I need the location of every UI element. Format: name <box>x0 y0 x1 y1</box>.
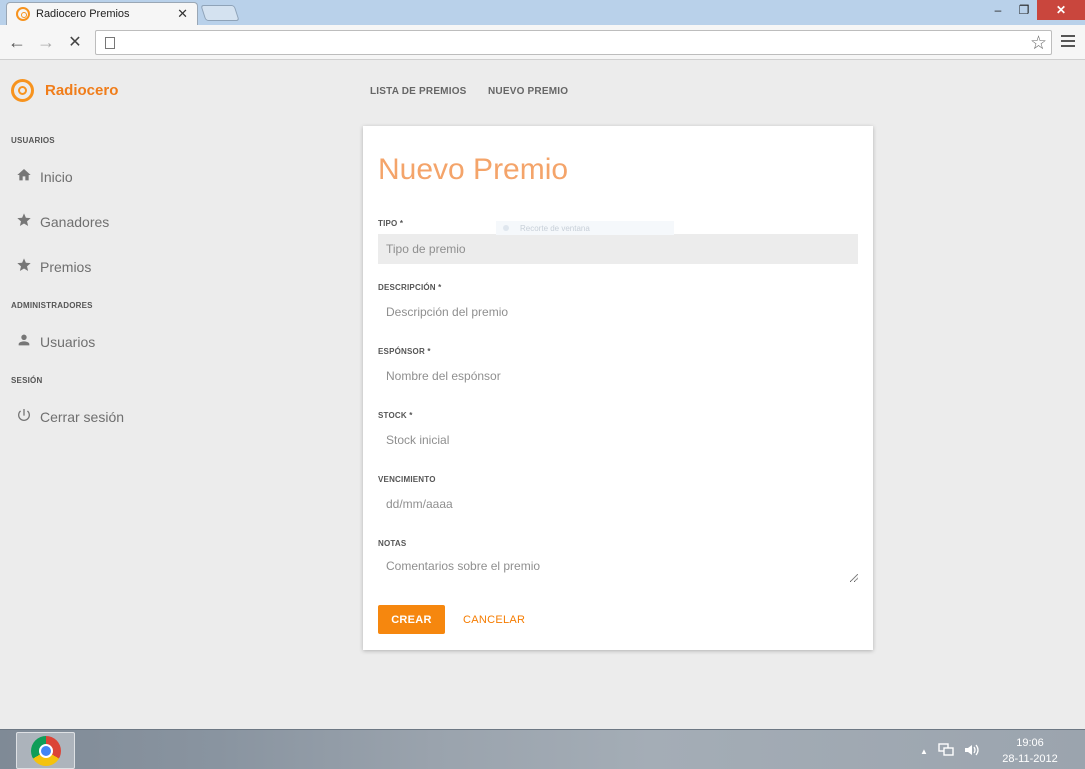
browser-menu-icon[interactable] <box>1061 35 1075 47</box>
radiocero-favicon-icon <box>16 7 30 21</box>
tipo-label: TIPO * <box>378 219 404 228</box>
volume-icon[interactable] <box>964 743 980 760</box>
power-icon <box>16 407 32 428</box>
tipo-input[interactable] <box>378 234 858 264</box>
stock-input[interactable] <box>378 425 858 455</box>
vencimiento-input[interactable] <box>378 489 858 519</box>
sidebar-item-label: Ganadores <box>40 214 110 230</box>
browser-toolbar: ← → ✕ ☆ <box>0 25 1085 60</box>
nav-nuevo-premio[interactable]: NUEVO PREMIO <box>488 86 568 97</box>
address-bar[interactable]: ☆ <box>95 30 1052 55</box>
windows-taskbar: ▲ 19:06 28-11-2012 <box>0 729 1085 769</box>
descripcion-input[interactable] <box>378 297 858 327</box>
sidebar-item-label: Cerrar sesión <box>40 409 125 425</box>
sidebar-item-label: Inicio <box>40 169 73 185</box>
cancelar-button[interactable]: CANCELAR <box>463 605 525 634</box>
new-prize-form-card: Nuevo Premio TIPO * Recorte de ventana D… <box>363 126 873 650</box>
star-icon <box>16 257 32 278</box>
restore-button[interactable]: ❐ <box>1011 0 1037 20</box>
back-arrow-icon[interactable]: ← <box>6 31 28 53</box>
taskbar-chrome-button[interactable] <box>16 732 75 769</box>
system-clock[interactable]: 19:06 28-11-2012 <box>1000 735 1060 767</box>
sidebar-item-premios[interactable]: Premios <box>16 256 91 278</box>
person-icon <box>16 332 32 353</box>
system-tray: ▲ <box>920 743 980 760</box>
radiocero-logo-icon <box>11 79 34 102</box>
notas-textarea[interactable] <box>378 551 858 583</box>
sidebar-item-label: Premios <box>40 259 92 275</box>
sidebar-item-cerrar-sesion[interactable]: Cerrar sesión <box>16 406 124 428</box>
ghost-tooltip: Recorte de ventana <box>496 221 674 235</box>
sidebar-item-inicio[interactable]: Inicio <box>16 166 73 188</box>
minimize-button[interactable]: – <box>985 0 1011 20</box>
window-controls: – ❐ ✕ <box>985 0 1085 20</box>
close-window-button[interactable]: ✕ <box>1037 0 1085 20</box>
sidebar-section-administradores: ADMINISTRADORES <box>11 301 93 310</box>
clock-time: 19:06 <box>1016 737 1044 749</box>
tab-close-icon[interactable]: ✕ <box>177 6 188 22</box>
descripcion-label: DESCRIPCIÓN * <box>378 283 442 292</box>
esponsor-input[interactable] <box>378 361 858 391</box>
page-icon <box>105 37 115 49</box>
tray-expand-icon[interactable]: ▲ <box>920 747 928 756</box>
clock-date: 28-11-2012 <box>1002 753 1058 765</box>
browser-tab[interactable]: Radiocero Premios ✕ <box>6 2 198 25</box>
nav-lista-de-premios[interactable]: LISTA DE PREMIOS <box>370 86 467 97</box>
home-icon <box>16 167 32 188</box>
sidebar-item-ganadores[interactable]: Ganadores <box>16 211 109 233</box>
brand-name: Radiocero <box>45 82 119 99</box>
sidebar-section-usuarios: USUARIOS <box>11 136 55 145</box>
vencimiento-label: VENCIMIENTO <box>378 475 436 484</box>
sidebar-section-sesion: SESIÓN <box>11 376 43 385</box>
crear-button[interactable]: CREAR <box>378 605 445 634</box>
tab-title: Radiocero Premios <box>36 8 130 20</box>
star-icon <box>16 212 32 233</box>
network-icon[interactable] <box>938 743 954 760</box>
sidebar-item-usuarios[interactable]: Usuarios <box>16 331 95 353</box>
notas-label: NOTAS <box>378 539 407 548</box>
form-title: Nuevo Premio <box>378 153 569 186</box>
bookmark-star-icon[interactable]: ☆ <box>1030 32 1047 55</box>
stop-loading-icon[interactable]: ✕ <box>64 31 86 53</box>
new-tab-button[interactable] <box>200 5 240 21</box>
stock-label: STOCK * <box>378 411 413 420</box>
sidebar-item-label: Usuarios <box>40 334 96 350</box>
brand-logo[interactable]: Radiocero <box>11 79 118 102</box>
browser-titlebar: Radiocero Premios ✕ – ❐ ✕ <box>0 0 1085 25</box>
resize-handle-icon[interactable] <box>851 574 858 581</box>
chrome-icon <box>30 735 61 766</box>
forward-arrow-icon[interactable]: → <box>35 31 57 53</box>
esponsor-label: ESPÓNSOR * <box>378 347 431 356</box>
